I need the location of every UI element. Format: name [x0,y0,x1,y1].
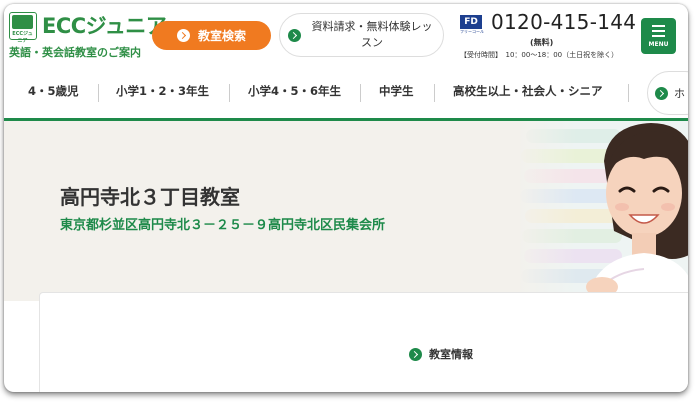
classroom-search-button[interactable]: 教室検索 [152,21,271,50]
tab-classroom-info[interactable]: 教室情報 [409,346,473,362]
phone-free-note: (無料) [530,38,554,47]
nav-divider [628,84,629,102]
logo-mark-icon: ECCジュニア [9,12,37,44]
age-navigation: 4・5歳児 小学1・2・3年生 小学4・5・6年生 中学生 高校生以上・社会人・… [4,68,688,118]
nav-divider [98,84,99,102]
nav-item-high-school-adult[interactable]: 高校生以上・社会人・シニア [453,83,603,103]
browser-viewport: ECCジュニア ECCジュニア 英語・英会話教室のご案内 教室検索 資料請求・無… [4,4,688,392]
phone-number[interactable]: 0120-415-144 [491,10,636,34]
nav-divider [360,84,361,102]
free-dial-icon: FD フリーコール [460,15,484,35]
site-header: ECCジュニア ECCジュニア 英語・英会話教室のご案内 教室検索 資料請求・無… [4,4,688,68]
arrow-circle-icon [409,347,422,361]
logo-tagline: 英語・英会話教室のご案内 [9,46,141,59]
menu-button[interactable]: MENU [641,18,676,54]
phone-hours: 【受付時間】 10：00～18：00（土日祝を除く） [460,51,619,59]
logo-text: ECCジュニア [42,14,167,38]
nav-divider [229,84,230,102]
arrow-circle-icon [655,86,668,100]
nav-more-label: ホ [674,87,685,100]
nav-more-button[interactable]: ホ [647,71,688,115]
nav-item-grade-4-6[interactable]: 小学4・5・6年生 [248,83,341,103]
page-title: 高円寺北３丁目教室 [60,185,240,209]
ecc-junior-logo[interactable]: ECCジュニア ECCジュニア 英語・英会話教室のご案内 [9,12,167,62]
arrow-circle-icon [176,29,190,42]
nav-item-age-4-5[interactable]: 4・5歳児 [28,83,79,103]
nav-item-junior-high[interactable]: 中学生 [379,83,414,103]
classroom-address: 東京都杉並区高円寺北３－２５－９高円寺北区民集会所 [60,218,386,233]
nav-item-grade-1-3[interactable]: 小学1・2・3年生 [116,83,209,103]
request-trial-label: 資料請求・無料体験レッスン [311,20,433,49]
free-call-info[interactable]: FD フリーコール 0120-415-144 (無料) 【受付時間】 10：00… [460,10,636,64]
tab-classroom-info-label: 教室情報 [429,348,473,361]
hamburger-icon [652,25,665,37]
nav-divider [434,84,435,102]
hero-child-photo [516,121,688,301]
menu-label: MENU [648,41,669,48]
arrow-circle-icon [288,28,301,42]
classroom-info-card [39,292,688,392]
hero-banner: 高円寺北３丁目教室 東京都杉並区高円寺北３－２５－９高円寺北区民集会所 [4,121,688,301]
classroom-search-label: 教室検索 [197,29,246,43]
request-trial-button[interactable]: 資料請求・無料体験レッスン [279,13,444,57]
